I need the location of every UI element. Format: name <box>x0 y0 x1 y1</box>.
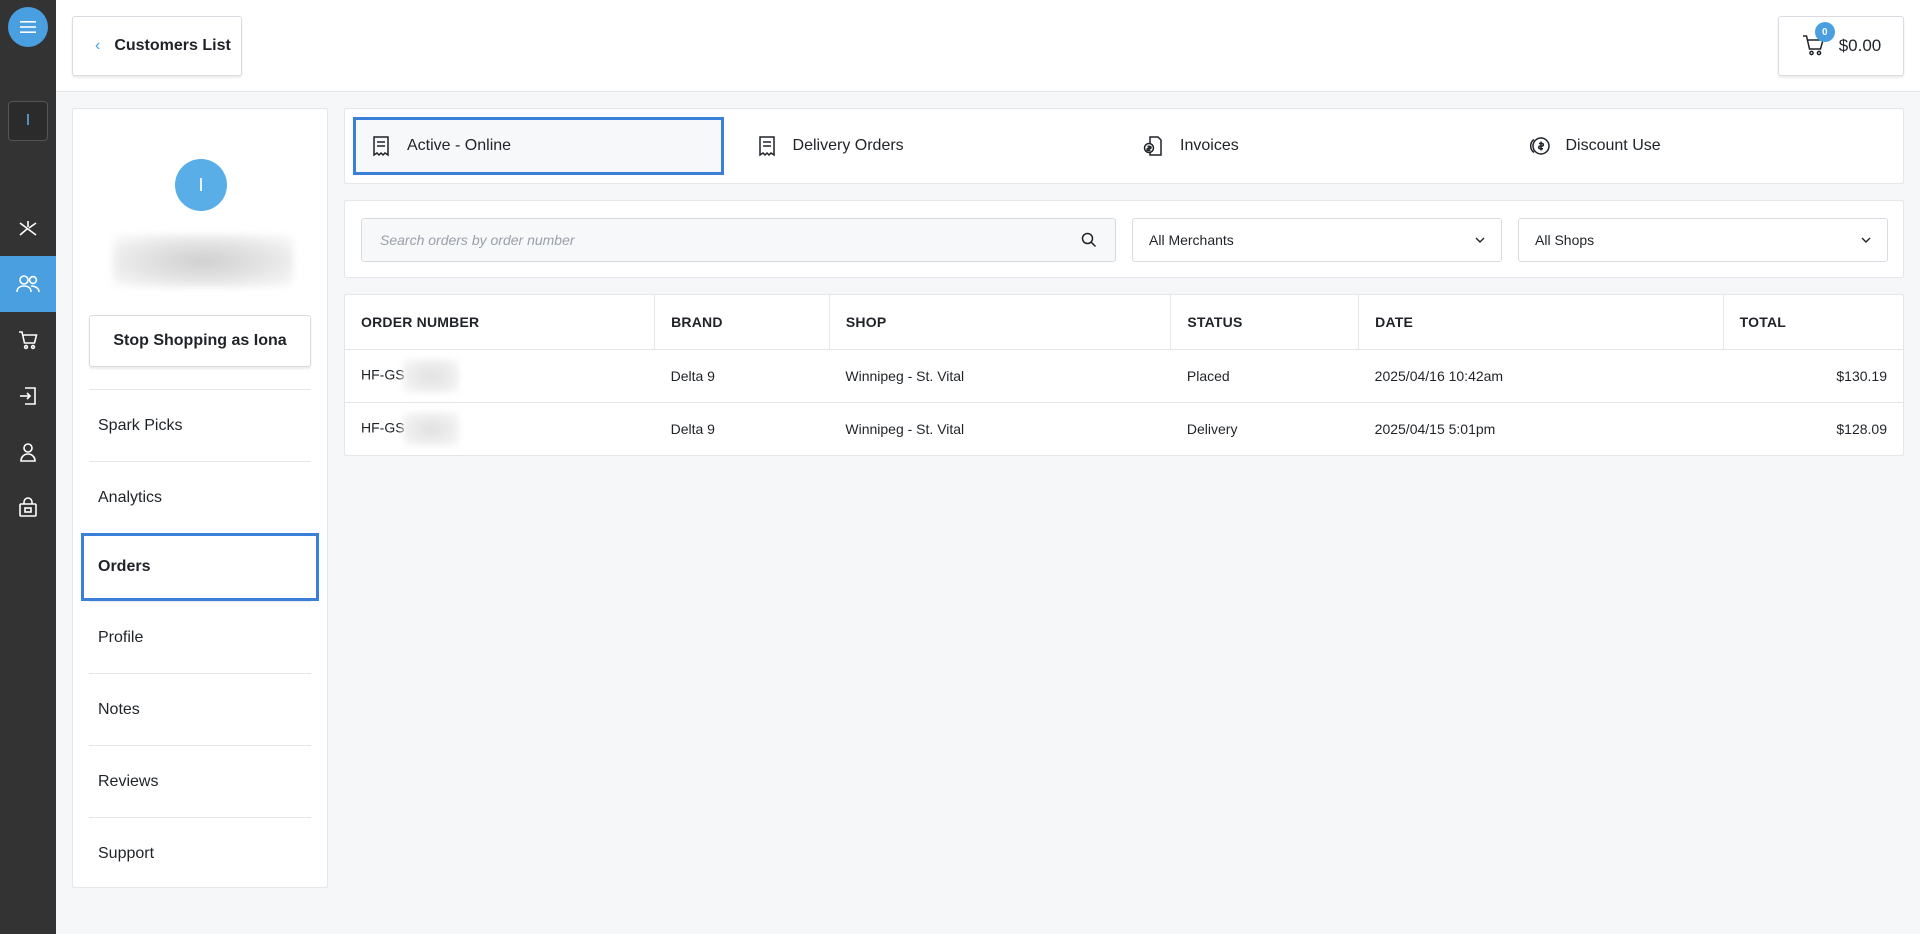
column-header-shop[interactable]: SHOP <box>829 295 1172 350</box>
tab-label: Discount Use <box>1565 137 1661 154</box>
tab-discount-use[interactable]: Discount Use <box>1510 117 1880 175</box>
shops-select-value: All Shops <box>1535 232 1595 248</box>
customer-name-redacted <box>113 235 293 287</box>
rail-item-customers[interactable] <box>0 256 56 312</box>
store-switcher[interactable]: I <box>8 101 48 141</box>
nav-item-spark-picks[interactable]: Spark Picks <box>89 389 311 461</box>
nav-item-label: Analytics <box>98 488 163 506</box>
sign-in-icon <box>20 387 36 405</box>
filters-bar: All Merchants All Shops <box>344 200 1904 278</box>
nav-item-label: Orders <box>98 558 151 575</box>
customer-panel: I Stop Shopping as Iona Spark Picks Anal… <box>72 108 328 888</box>
orders-table-panel: ORDER NUMBER BRAND SHOP STATUS DATE TOTA… <box>344 294 1904 456</box>
cell-date: 2025/04/15 5:01pm <box>1374 420 1496 437</box>
shops-select[interactable]: All Shops <box>1518 218 1888 262</box>
tab-label: Invoices <box>1180 137 1239 154</box>
column-header-date[interactable]: DATE <box>1358 295 1724 350</box>
rail-item-spark[interactable] <box>0 201 56 257</box>
nav-item-support[interactable]: Support <box>89 817 311 889</box>
spark-icon <box>19 221 37 236</box>
cart-icon <box>19 331 38 350</box>
rail-item-shop[interactable] <box>0 480 56 536</box>
cell-shop: Winnipeg - St. Vital <box>829 349 1171 403</box>
tab-label: Active - Online <box>407 137 512 154</box>
customer-nav: Spark Picks Analytics Orders Profile Not… <box>81 389 319 889</box>
nav-item-label: Notes <box>98 700 140 718</box>
users-icon <box>16 275 40 293</box>
cell-total: $130.19 <box>1723 349 1903 403</box>
avatar: I <box>175 159 227 211</box>
search-input[interactable] <box>380 232 1081 248</box>
rail-item-orders[interactable] <box>0 368 56 424</box>
cell-total: $128.09 <box>1836 420 1887 437</box>
table-row[interactable]: HF-GS Delta 9 Winnipeg - St. Vital Place… <box>345 349 1903 403</box>
invoice-icon <box>1143 136 1162 156</box>
cart-total: $0.00 <box>1838 36 1882 55</box>
nav-item-profile[interactable]: Profile <box>89 601 311 673</box>
nav-item-label: Support <box>98 844 155 862</box>
rail-item-profile[interactable] <box>0 424 56 480</box>
cell-brand: Delta 9 <box>654 349 830 403</box>
order-number-redacted <box>402 358 459 393</box>
cell-status: Delivery <box>1186 420 1238 437</box>
order-number-redacted <box>402 411 459 446</box>
user-icon <box>20 443 36 462</box>
receipt-icon <box>373 136 389 157</box>
nav-item-notes[interactable]: Notes <box>89 673 311 745</box>
search-icon[interactable] <box>1081 232 1097 248</box>
rail-item-cart[interactable] <box>0 312 56 368</box>
menu-button[interactable] <box>8 7 48 47</box>
order-number-prefix: HF-GS <box>361 419 405 436</box>
cell-brand: Delta 9 <box>670 420 715 437</box>
order-number-prefix: HF-GS <box>361 366 405 383</box>
avatar-letter: I <box>198 174 204 195</box>
stop-shopping-label: Stop Shopping as Iona <box>113 332 287 349</box>
nav-item-analytics[interactable]: Analytics <box>89 461 311 533</box>
stop-shopping-button[interactable]: Stop Shopping as Iona <box>89 315 311 367</box>
column-header-status[interactable]: STATUS <box>1170 295 1360 350</box>
cart-icon-wrap: 0 <box>1801 22 1835 60</box>
customers-list-label: Customers List <box>114 37 231 54</box>
cell-shop: Winnipeg - St. Vital <box>845 420 965 437</box>
orders-table: ORDER NUMBER BRAND SHOP STATUS DATE TOTA… <box>345 295 1903 455</box>
column-header-order-number[interactable]: ORDER NUMBER <box>345 295 656 350</box>
order-tabs: Active - Online Delivery Orders Invoices… <box>344 108 1904 184</box>
tab-invoices[interactable]: Invoices <box>1124 117 1494 175</box>
tab-label: Delivery Orders <box>792 137 904 154</box>
tab-delivery-orders[interactable]: Delivery Orders <box>739 117 1109 175</box>
nav-item-label: Spark Picks <box>98 416 183 434</box>
chevron-down-icon <box>1475 237 1485 243</box>
receipt-icon <box>758 136 775 157</box>
column-header-brand[interactable]: BRAND <box>654 295 830 350</box>
tab-active-online[interactable]: Active - Online <box>353 117 724 175</box>
cell-order-number[interactable]: HF-GS <box>345 402 655 455</box>
nav-item-orders[interactable]: Orders <box>81 533 319 601</box>
cell-order-number[interactable]: HF-GS <box>345 349 655 403</box>
table-header-row: ORDER NUMBER BRAND SHOP STATUS DATE TOTA… <box>345 295 1903 350</box>
table-row[interactable]: HF-GS Delta 9 Winnipeg - St. Vital Deliv… <box>345 402 1903 455</box>
app-rail: I <box>0 0 56 934</box>
top-header: ‹ Customers List 0 $0.00 <box>56 0 1920 92</box>
cart-count-badge: 0 <box>1814 22 1835 42</box>
cell-status: Placed <box>1170 349 1359 403</box>
cart-button[interactable]: 0 $0.00 <box>1778 16 1904 76</box>
hamburger-icon <box>20 21 36 33</box>
customers-list-button[interactable]: ‹ Customers List <box>72 16 242 76</box>
nav-item-reviews[interactable]: Reviews <box>89 745 311 817</box>
merchants-select-value: All Merchants <box>1149 232 1234 248</box>
nav-item-label: Reviews <box>98 772 159 790</box>
merchants-select[interactable]: All Merchants <box>1132 218 1502 262</box>
coin-icon <box>1529 137 1550 155</box>
store-letter: I <box>25 112 31 129</box>
nav-item-label: Profile <box>98 628 144 646</box>
cell-date: 2025/04/16 10:42am <box>1358 349 1724 403</box>
chevron-down-icon <box>1861 237 1871 243</box>
column-header-total[interactable]: TOTAL <box>1723 295 1903 350</box>
search-box <box>361 218 1116 262</box>
chevron-left-icon: ‹ <box>95 37 101 54</box>
shopping-bag-icon <box>19 497 37 517</box>
